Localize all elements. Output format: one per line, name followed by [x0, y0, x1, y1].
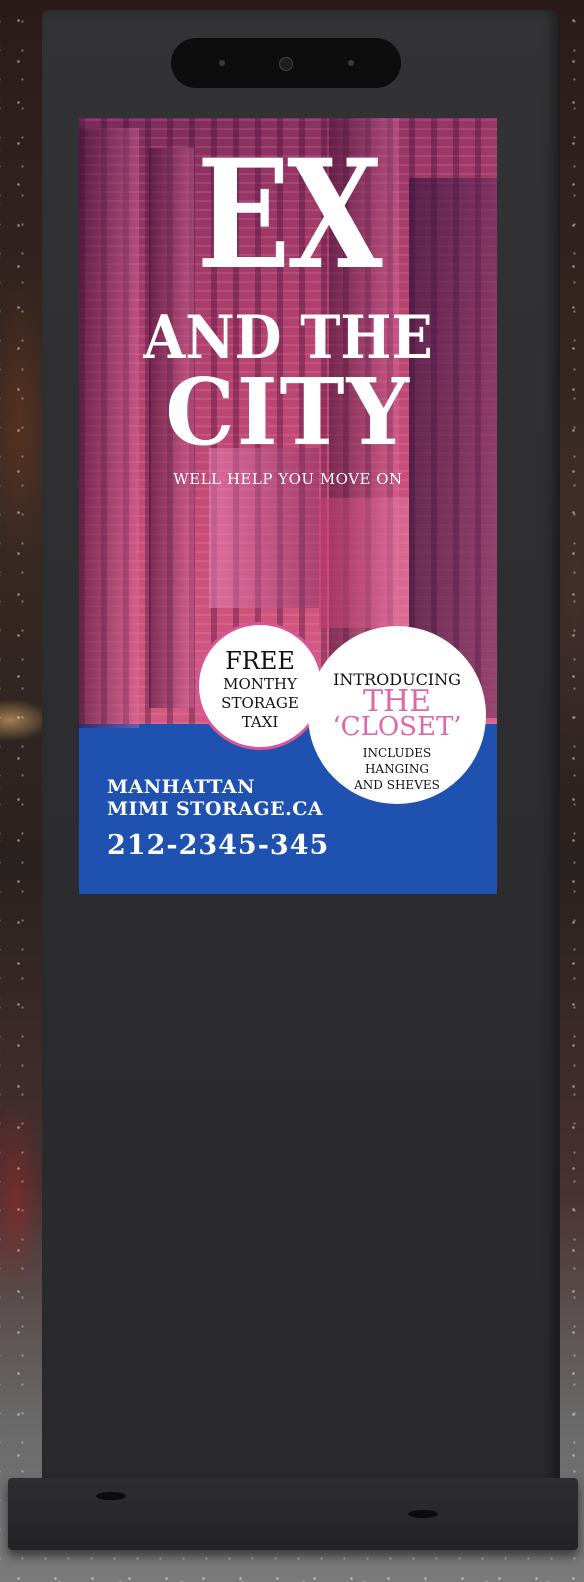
bolt-hole [408, 1510, 438, 1518]
sensor-dot [348, 60, 354, 66]
free-storage-badge: FREE MONTHY STORAGE TAXI [196, 622, 324, 750]
company-website[interactable]: MIMI STORAGE.CA [107, 798, 323, 820]
free-heading: FREE [225, 647, 295, 675]
kiosk-base [8, 1478, 578, 1550]
kiosk-screen[interactable]: EX AND THE CITY WELL HELP YOU MOVE ON FR… [79, 118, 497, 894]
closet-line-3: AND SHEVES [354, 778, 440, 792]
headline-ex: EX [196, 127, 383, 303]
closet-title: ‘CLOSET’ [332, 712, 462, 742]
free-line-1: MONTHY [223, 675, 297, 693]
sensor-dot [219, 60, 225, 66]
closet-line-1: INCLUDES [362, 746, 432, 760]
closet-badge: INTRODUCING THE ‘CLOSET’ INCLUDES HANGIN… [308, 626, 486, 804]
free-line-2: STORAGE [221, 694, 299, 712]
headline-city: CITY [165, 358, 411, 466]
tagline: WELL HELP YOU MOVE ON [173, 470, 403, 488]
camera-icon [279, 57, 293, 71]
phone-number[interactable]: 212-2345-345 [107, 830, 329, 861]
free-line-3: TAXI [241, 713, 279, 731]
closet-line-2: HANGING [364, 762, 430, 776]
company-name-line1: MANHATTAN [107, 776, 255, 798]
bolt-hole [96, 1492, 126, 1500]
building [319, 498, 409, 628]
camera-bar [171, 38, 401, 88]
